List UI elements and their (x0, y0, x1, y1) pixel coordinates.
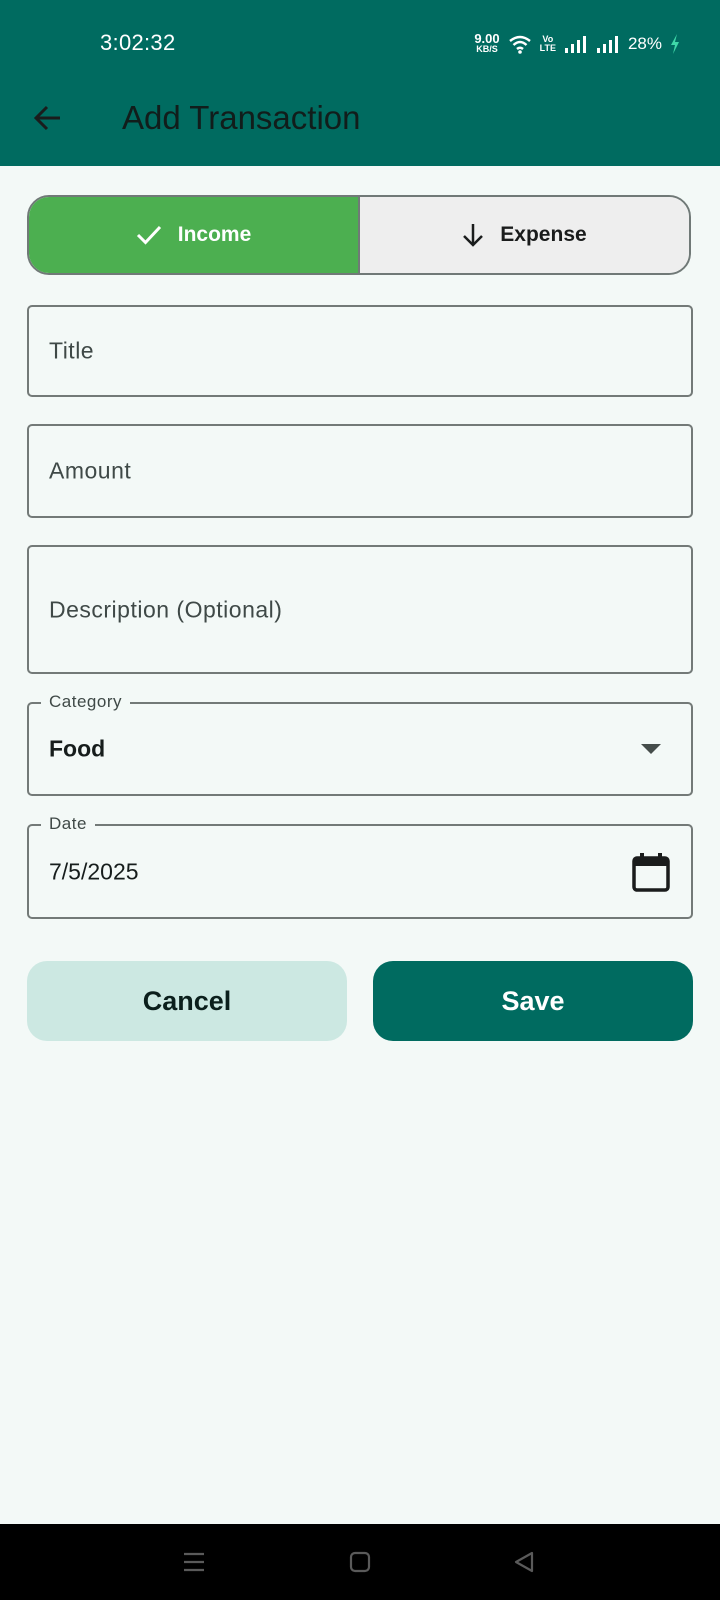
signal-icon-2 (596, 36, 618, 53)
save-button[interactable]: Save (373, 961, 693, 1041)
signal-icon (564, 36, 586, 53)
nav-back-button[interactable] (504, 1542, 544, 1582)
nav-menu-button[interactable] (174, 1542, 214, 1582)
transaction-type-toggle: Income Expense (27, 195, 691, 275)
status-time: 3:02:32 (100, 30, 176, 55)
network-speed-unit: KB/S (476, 44, 498, 54)
page-title: Add Transaction (122, 99, 361, 136)
category-label: Category (41, 692, 130, 712)
menu-icon (184, 1552, 204, 1572)
amount-placeholder: Amount (49, 457, 132, 484)
cancel-button[interactable]: Cancel (27, 961, 347, 1041)
date-label: Date (41, 814, 95, 834)
volte-indicator: Vo LTE (540, 35, 556, 53)
date-field[interactable]: Date 7/5/2025 (27, 814, 693, 919)
home-icon (349, 1551, 371, 1573)
back-button[interactable] (28, 98, 68, 138)
app-bar: 3:02:32 9.00 KB/S Vo LTE 28% Add Transac… (0, 0, 720, 166)
income-label: Income (177, 223, 252, 246)
nav-home-button[interactable] (340, 1542, 380, 1582)
system-nav-bar (0, 1524, 720, 1600)
date-value: 7/5/2025 (49, 858, 139, 884)
wifi-icon (508, 35, 531, 54)
income-toggle-button[interactable]: Income (29, 197, 360, 273)
description-placeholder: Description (Optional) (49, 596, 283, 622)
title-placeholder: Title (49, 337, 95, 364)
arrow-down-icon (463, 224, 484, 247)
battery-percentage: 28% (627, 34, 662, 53)
category-value: Food (49, 735, 106, 762)
expense-toggle-button[interactable]: Expense (360, 197, 689, 273)
arrow-back-icon (33, 105, 60, 131)
network-speed-value: 9.00 (474, 31, 500, 46)
volte-bottom-text: LTE (539, 43, 556, 53)
expense-label: Expense (500, 223, 587, 246)
status-icons: 9.00 KB/S Vo LTE 28% (474, 31, 680, 57)
title-field[interactable]: Title (27, 305, 693, 397)
battery-charging-icon (671, 34, 679, 54)
back-icon (514, 1551, 534, 1573)
dropdown-arrow-icon (641, 744, 661, 754)
description-field[interactable]: Description (Optional) (27, 545, 693, 674)
check-icon (136, 225, 161, 245)
category-dropdown[interactable]: Category Food (27, 692, 693, 796)
calendar-icon[interactable] (631, 852, 671, 892)
network-speed: 9.00 KB/S (474, 31, 500, 54)
amount-field[interactable]: Amount (27, 424, 693, 518)
